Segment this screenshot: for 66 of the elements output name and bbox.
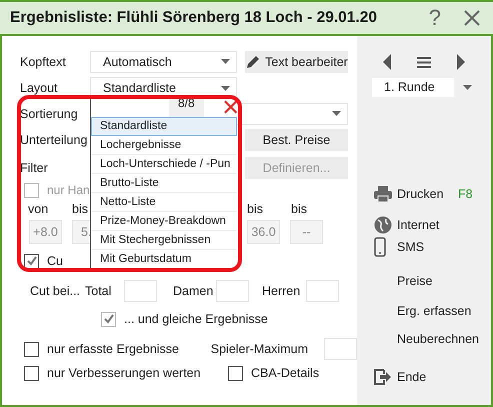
checkbox[interactable] [228,366,243,380]
action-link[interactable]: Neuberechnen [397,332,480,346]
field-label: Herren [262,284,302,298]
range-label: von [28,202,50,216]
field-label: Total [85,284,112,298]
checkbox-label: CBA-Details [251,366,320,380]
menu-icon[interactable] [417,56,431,68]
checkbox[interactable] [24,366,39,380]
input-field[interactable] [324,338,357,360]
checkbox-label: nur Han [47,183,90,197]
dropdown-item[interactable]: Mit Geburtsdatum [91,250,237,269]
range-label: bis [247,202,264,216]
action-link[interactable]: SMS [397,240,458,254]
action-link[interactable]: Internet [397,218,458,232]
dropdown-item[interactable]: Prize-Money-Breakdown [91,212,237,231]
action-link[interactable]: Erg. erfassen [397,304,472,318]
close-icon[interactable] [224,100,237,114]
dropdown-item[interactable]: Mit Stechergebnissen [91,231,237,250]
next-icon[interactable] [457,54,465,70]
previous-icon[interactable] [383,54,391,70]
checkbox-label: Cu [47,254,63,268]
close-icon[interactable] [463,9,481,27]
input-field[interactable] [306,280,339,302]
pencil-icon [245,54,262,70]
field-label: Layout [20,81,59,95]
dropdown-arrow-icon[interactable] [221,86,230,90]
dropdown-item[interactable]: Loch-Unterschiede / -Pun [91,155,237,174]
input-field[interactable] [124,280,157,302]
checkbox[interactable] [24,254,39,268]
field-label: Unterteilung [20,132,88,146]
help-button[interactable]: ? [428,5,441,31]
phone-icon[interactable] [374,237,386,257]
field-label: Filter [20,161,49,175]
field-label: Spieler-Maximum [210,342,308,356]
input-field[interactable] [216,280,249,302]
dropdown-item[interactable]: Brutto-Liste [91,174,237,193]
dropdown-arrow-icon[interactable] [221,59,230,64]
window-title: Ergebnisliste: Flühli Sörenberg 18 Loch - 29.01.20 [10,9,378,27]
checkbox[interactable] [24,342,39,356]
shortcut-label: F8 [458,187,473,201]
dropdown-arrow-icon[interactable] [332,111,341,116]
edit-text-button[interactable]: Text bearbeiter [245,50,348,72]
globe-icon[interactable] [374,216,392,234]
range-label: bis [72,202,89,216]
dropdown-arrow-icon[interactable] [463,85,472,90]
action-link[interactable]: Drucken [397,187,458,201]
cut-label: Cut bei... [30,284,82,298]
dropdown-item[interactable]: Netto-Liste [91,193,237,212]
field-label: Kopftext [20,54,67,68]
checkbox-label: nur Verbesserungen werten [47,366,202,380]
action-link[interactable]: Ende [397,370,458,384]
checkbox-label: nur erfasste Ergebnisse [47,342,180,356]
header-text-dropdown[interactable]: Automatisch [90,50,237,72]
exit-icon[interactable] [374,369,392,385]
checkmark-icon [26,255,38,267]
printer-icon[interactable] [374,186,392,202]
action-link[interactable]: Preise [397,274,458,288]
field-label: Sortierung [20,106,79,120]
best-prices-button[interactable]: Best. Preise [245,128,348,150]
checkmark-icon [102,313,114,325]
checkbox-label: ... und gleiche Ergebnisse [124,312,268,326]
dropdown-item[interactable]: Lochergebnisse [91,136,237,155]
field-label: Damen [173,284,214,298]
dropdown-item[interactable]: Standardliste [91,117,237,136]
round-dropdown[interactable]: 1. Runde [372,78,454,97]
range-label: bis [291,202,307,216]
